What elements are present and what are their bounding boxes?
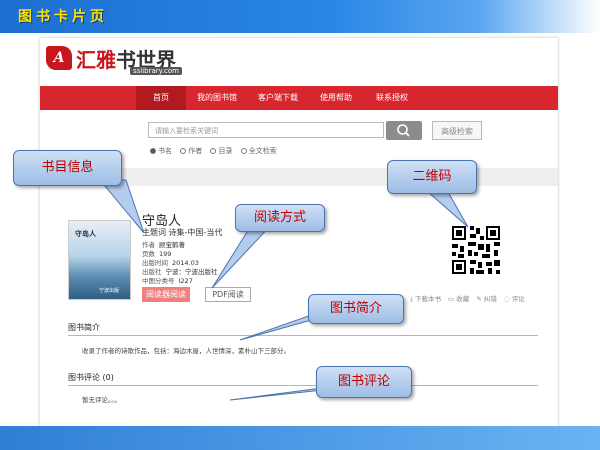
search-type-options: 书名 作者 目录 全文检索	[150, 146, 283, 156]
favorite-action[interactable]: ▭ 收藏	[448, 295, 469, 303]
edit-icon: ✎	[476, 295, 482, 303]
library-page: A 汇雅书世界 sslibrary.com 首页 我的图书馆 客户端下载 使用帮…	[40, 38, 558, 426]
search-icon	[397, 124, 410, 137]
callout-qrcode: 二维码	[387, 160, 477, 194]
intro-divider	[68, 335, 538, 336]
download-icon: ⤓	[410, 295, 413, 303]
review-heading: 图书评论 (0)	[68, 373, 114, 382]
cover-publisher: 宁波出版	[99, 288, 120, 294]
nav-contact[interactable]: 联系授权	[364, 86, 420, 110]
callout-intro: 图书简介	[308, 294, 404, 324]
nav-my-library[interactable]: 我的图书馆	[186, 86, 248, 110]
intro-heading: 图书简介	[68, 323, 100, 332]
main-nav: 首页 我的图书馆 客户端下载 使用帮助 联系授权	[40, 86, 558, 110]
slide-title: 图书卡片页	[18, 9, 108, 25]
review-divider	[68, 385, 538, 386]
radio-icon	[240, 148, 247, 154]
radio-icon	[210, 148, 217, 154]
intro-text: 收录了作者的诗歌作品，包括：海边木屋，人世情深，素朴山下三部分。	[82, 347, 290, 355]
comment-icon: ◌	[503, 295, 510, 303]
advanced-search-button[interactable]: 高级检索	[432, 121, 482, 140]
meta-classification: 中图分类号 I227	[142, 277, 193, 285]
nav-help[interactable]: 使用帮助	[308, 86, 364, 110]
qrcode-icon	[450, 224, 502, 276]
radio-fulltext[interactable]: 全文检索	[240, 147, 277, 155]
radio-icon	[180, 148, 187, 154]
folder-icon: ▭	[448, 295, 455, 303]
nav-home[interactable]: 首页	[136, 86, 186, 110]
book-subject: 主题词 诗集-中国-当代	[142, 228, 223, 237]
qrcode	[450, 224, 502, 280]
comment-action[interactable]: ◌ 评论	[504, 295, 525, 303]
radio-contents[interactable]: 目录	[210, 147, 232, 155]
search-input[interactable]: 请输入要检索关键词	[148, 122, 384, 138]
cover-title: 守岛人	[75, 230, 96, 238]
nav-client-download[interactable]: 客户端下载	[248, 86, 308, 110]
review-text: 暂无评论。。。	[82, 396, 121, 404]
download-action[interactable]: ⤓ 下载本书	[410, 295, 441, 303]
callout-review: 图书评论	[316, 366, 412, 398]
book-cover[interactable]: 守岛人 宁波出版	[68, 220, 131, 300]
slide-header-bar: 图书卡片页	[0, 0, 600, 33]
book-actions: ⤓ 下载本书 ▭ 收藏 ✎ 纠错 ◌ 评论	[410, 293, 530, 304]
reader-read-button[interactable]: 阅读器阅读	[142, 287, 190, 302]
logo-mark-icon: A	[46, 46, 72, 70]
report-error-action[interactable]: ✎ 纠错	[476, 295, 497, 303]
radio-author[interactable]: 作者	[180, 147, 202, 155]
search-button[interactable]	[386, 121, 422, 140]
radio-selected-icon	[150, 148, 156, 154]
callout-catalog-info: 书目信息	[13, 150, 122, 186]
slide-footer-bar	[0, 426, 600, 450]
radio-title[interactable]: 书名	[150, 147, 172, 155]
logo-domain: sslibrary.com	[130, 67, 182, 75]
callout-read-mode: 阅读方式	[235, 204, 325, 232]
pdf-read-button[interactable]: PDF阅读	[205, 287, 251, 302]
